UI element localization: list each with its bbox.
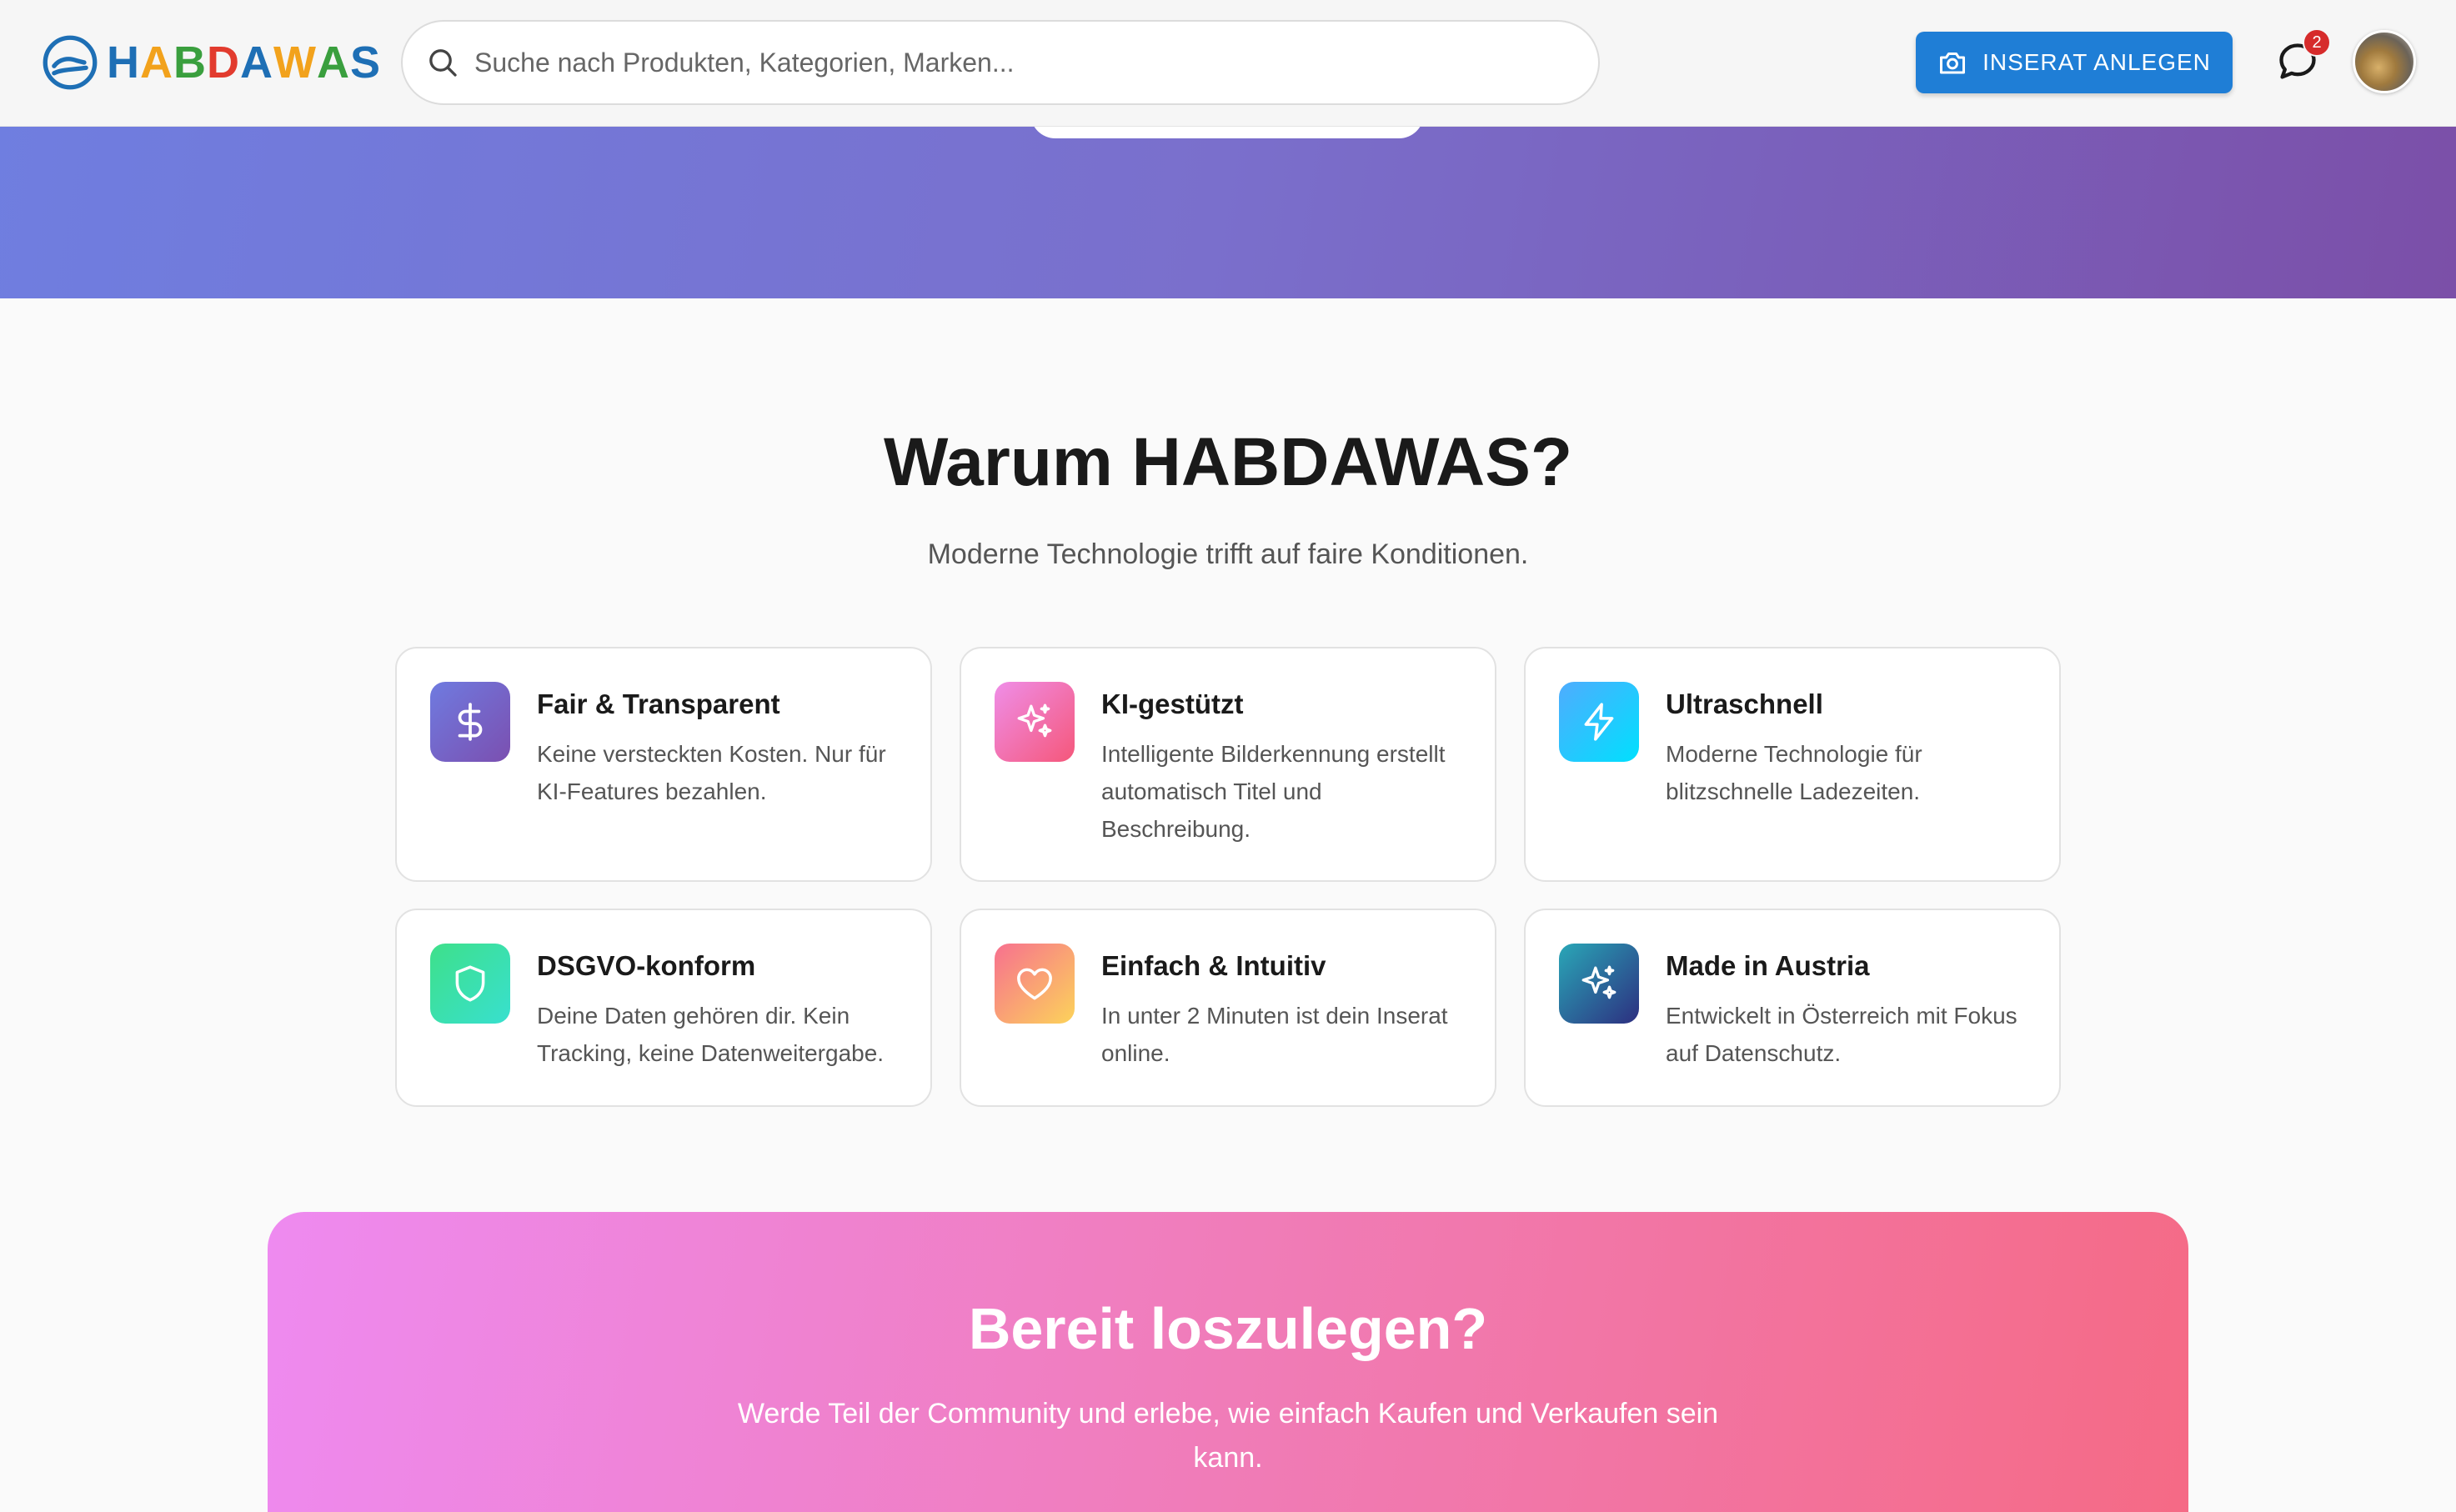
logo-letter: S (349, 38, 381, 88)
shield-icon (455, 965, 485, 1002)
heart-icon (1017, 968, 1052, 1000)
sparkles-icon (1581, 965, 1616, 999)
feature-title: KI-gestützt (1101, 688, 1244, 719)
create-listing-label: INSERAT ANLEGEN (1982, 49, 2211, 75)
feature-card: Einfach & Intuitiv In unter 2 Minuten is… (960, 909, 1496, 1107)
feature-icon-box (1559, 944, 1639, 1024)
logo-letter: A (316, 38, 350, 88)
logo-wordmark: H A B D A W A S (107, 37, 381, 88)
feature-card: Ultraschnell Moderne Technologie für bli… (1524, 647, 2061, 882)
avatar[interactable] (2353, 30, 2416, 93)
feature-icon-box (1559, 682, 1639, 762)
feature-text: Moderne Technologie für blitzschnelle La… (1666, 741, 1922, 804)
feature-icon-box (430, 682, 510, 762)
page: H A B D A W A S INSERAT ANLEGEN (0, 0, 2456, 1512)
top-app-bar: H A B D A W A S INSERAT ANLEGEN (0, 0, 2456, 127)
logo-letter: A (140, 38, 173, 88)
sparkles-icon (1017, 703, 1052, 738)
dollar-icon (458, 703, 483, 741)
logo-letter: W (273, 38, 317, 88)
search-input[interactable] (474, 47, 1558, 78)
cta-panel: Bereit loszulegen? Werde Teil der Commun… (268, 1212, 2188, 1512)
feature-icon-box (995, 944, 1075, 1024)
feature-icon-box (995, 682, 1075, 762)
lightning-icon (1584, 703, 1614, 741)
camera-icon (1940, 53, 1966, 74)
feature-text: Entwickelt in Österreich mit Fokus auf D… (1666, 1003, 2017, 1066)
feature-text: Keine versteckten Kosten. Nur für KI-Fea… (537, 741, 886, 804)
search-icon (429, 49, 457, 77)
feature-title: Made in Austria (1666, 950, 1870, 981)
section-title: Warum HABDAWAS? (883, 424, 1573, 500)
messages-badge: 2 (2303, 28, 2331, 57)
feature-card: Made in Austria Entwickelt in Österreich… (1524, 909, 2061, 1107)
cta-title: Bereit loszulegen? (968, 1296, 1488, 1361)
feature-title: DSGVO-konform (537, 950, 756, 981)
section-subtitle: Moderne Technologie trifft auf faire Kon… (927, 538, 1529, 570)
feature-title: Fair & Transparent (537, 688, 780, 719)
cta-text: Werde Teil der Community und erlebe, wie… (737, 1398, 1719, 1474)
feature-card: KI-gestützt Intelligente Bilderkennung e… (960, 647, 1496, 882)
logo-letter: D (207, 38, 240, 88)
logo-letter: H (107, 38, 140, 88)
feature-card: DSGVO-konform Deine Daten gehören dir. K… (395, 909, 932, 1107)
search-bar[interactable] (401, 20, 1600, 105)
feature-title: Einfach & Intuitiv (1101, 950, 1326, 981)
feature-text: Intelligente Bilderkennung erstellt auto… (1101, 741, 1446, 842)
logo-letter: A (240, 38, 273, 88)
logo-hand-icon (43, 35, 98, 90)
feature-text: In unter 2 Minuten ist dein Inserat onli… (1101, 1003, 1448, 1066)
logo-letter: B (173, 38, 207, 88)
feature-title: Ultraschnell (1666, 688, 1823, 719)
feature-text: Deine Daten gehören dir. Kein Tracking, … (537, 1003, 885, 1066)
create-listing-button[interactable]: INSERAT ANLEGEN (1916, 32, 2233, 93)
logo[interactable]: H A B D A W A S (42, 33, 381, 92)
feature-card: Fair & Transparent Keine versteckten Kos… (395, 647, 932, 882)
feature-icon-box (430, 944, 510, 1024)
